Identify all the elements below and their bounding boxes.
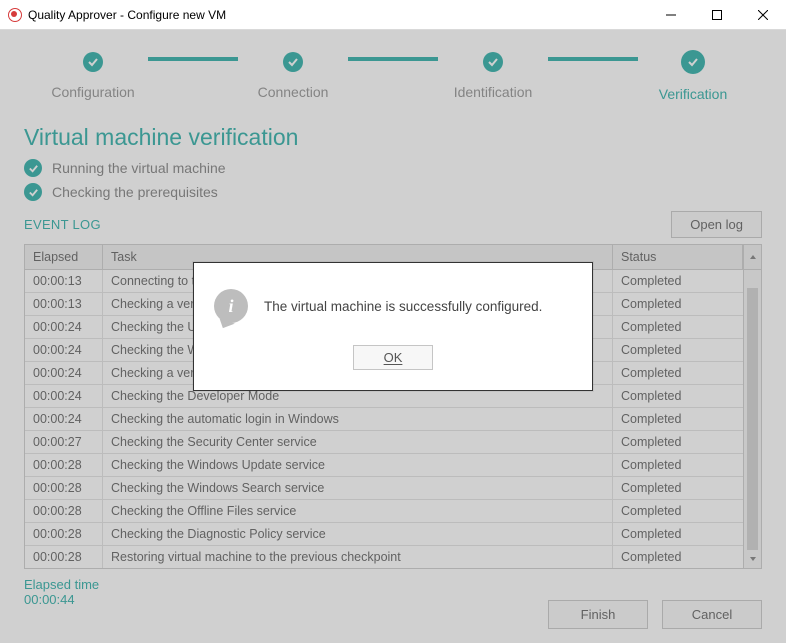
close-button[interactable] [740,0,786,30]
maximize-button[interactable] [694,0,740,30]
dialog-message: The virtual machine is successfully conf… [264,299,542,314]
app-icon [8,8,22,22]
window-title: Quality Approver - Configure new VM [28,8,226,22]
minimize-button[interactable] [648,0,694,30]
modal-overlay: i The virtual machine is successfully co… [0,30,786,643]
ok-button[interactable]: OK [353,345,433,370]
success-dialog: i The virtual machine is successfully co… [193,262,593,391]
info-icon: i [214,289,248,323]
ok-button-label: OK [384,350,403,365]
titlebar: Quality Approver - Configure new VM [0,0,786,30]
